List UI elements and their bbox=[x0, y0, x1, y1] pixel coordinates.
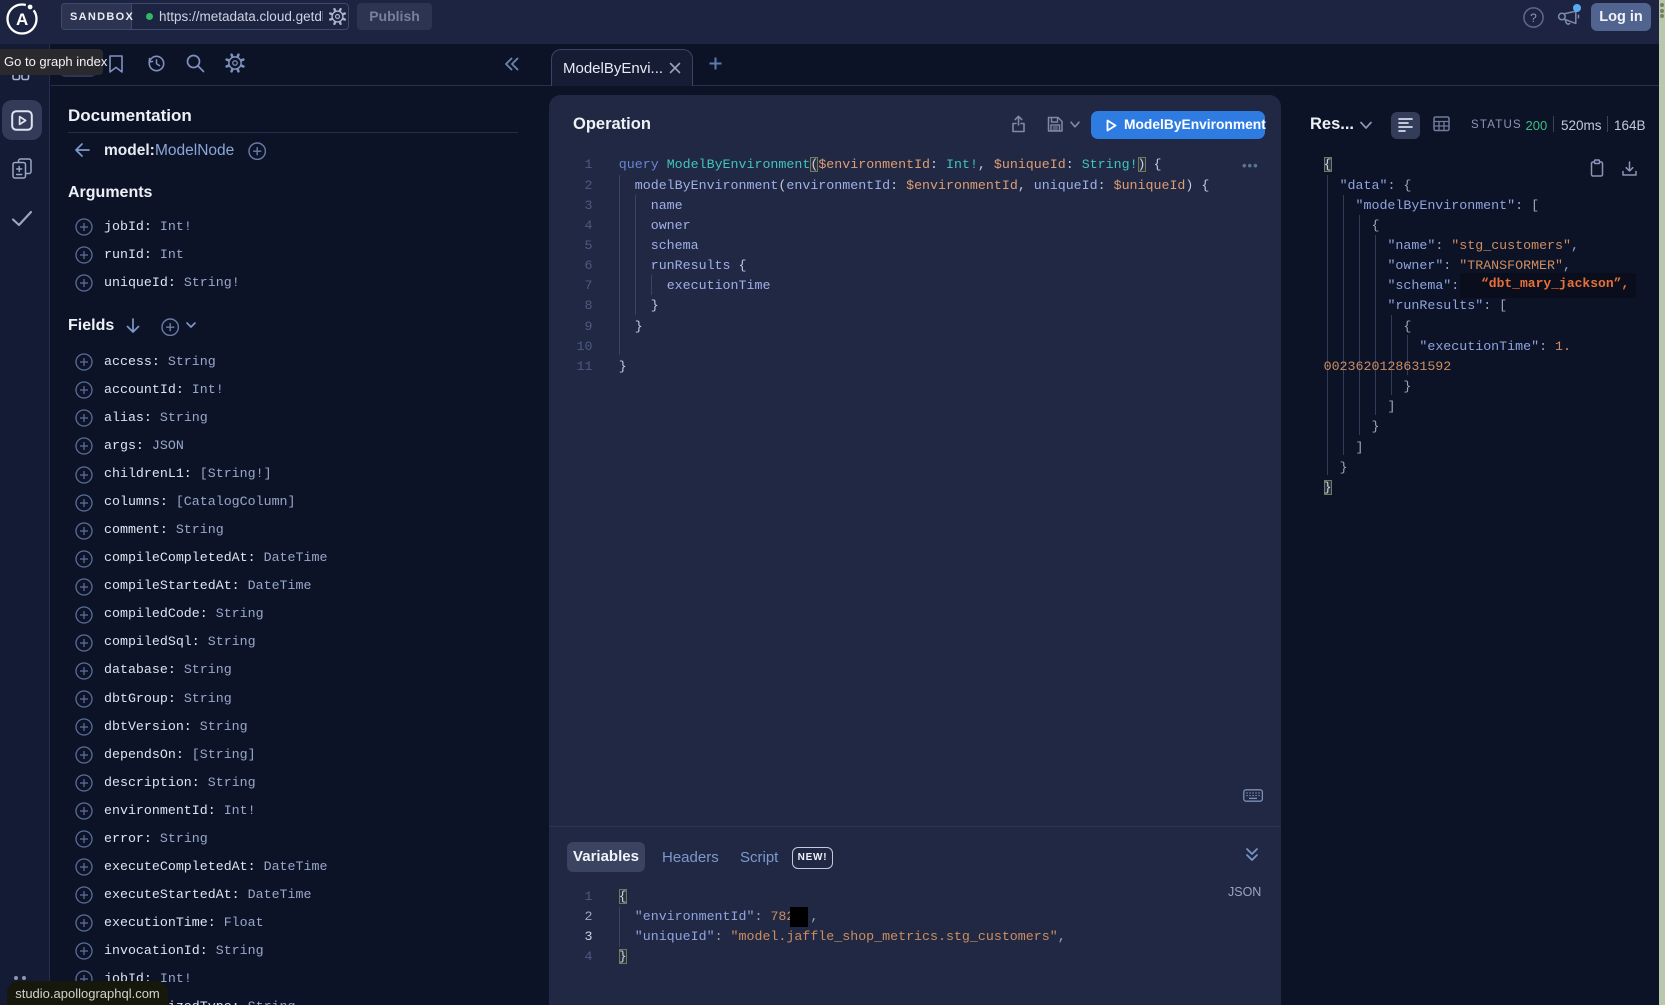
svg-text:A: A bbox=[16, 10, 28, 29]
svg-text:?: ? bbox=[1530, 11, 1537, 25]
